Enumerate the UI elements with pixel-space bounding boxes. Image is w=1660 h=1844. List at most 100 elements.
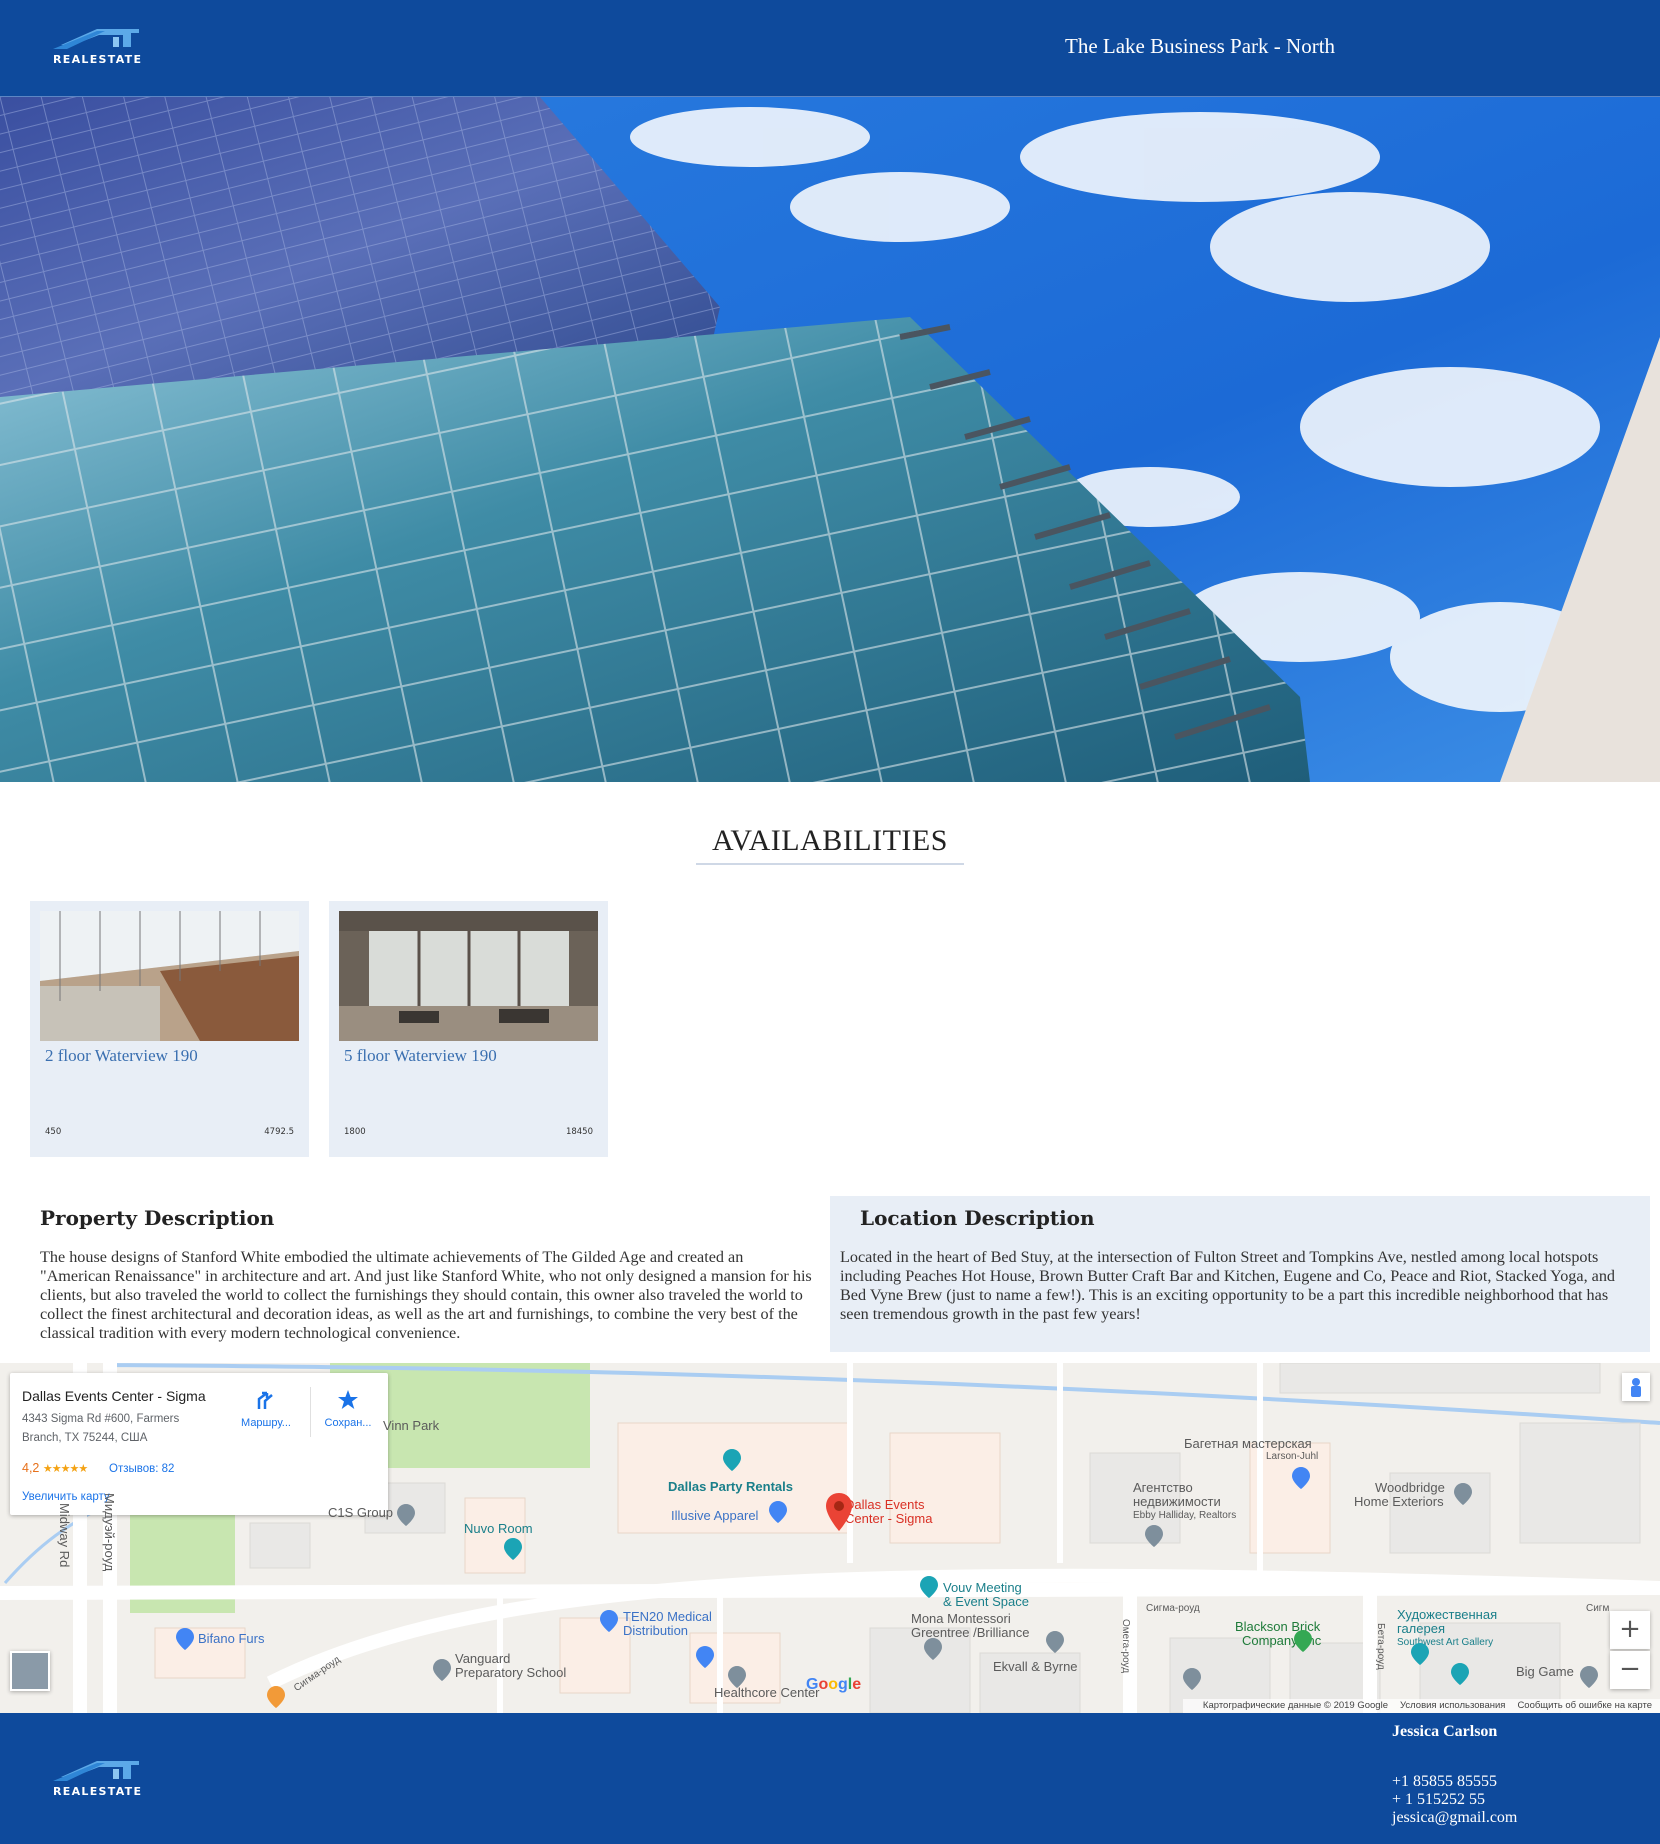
map-road-label: Сигма-роуд bbox=[1146, 1603, 1200, 1614]
availability-card[interactable]: 5 floor Waterview 190 1800 18450 bbox=[329, 901, 608, 1157]
site-header: REALESTATE The Lake Business Park - Nort… bbox=[0, 0, 1660, 97]
store-pin-icon[interactable] bbox=[723, 1449, 741, 1471]
place-info-card: Dallas Events Center - Sigma 4343 Sigma … bbox=[10, 1373, 388, 1515]
place-pin-icon[interactable] bbox=[728, 1666, 746, 1688]
map-label-selected-place[interactable]: Dallas Events Center - Sigma bbox=[845, 1498, 955, 1526]
satellite-layer-toggle[interactable] bbox=[10, 1651, 50, 1691]
place-pin-icon[interactable] bbox=[1580, 1666, 1598, 1688]
card-image[interactable] bbox=[40, 911, 299, 1041]
place-pin-icon[interactable] bbox=[1145, 1525, 1163, 1547]
map-label[interactable]: Big Game bbox=[1516, 1665, 1574, 1679]
shopping-pin-icon[interactable] bbox=[176, 1628, 194, 1650]
page-title: The Lake Business Park - North bbox=[1065, 34, 1336, 58]
map-label: Ebby Halliday, Realtors bbox=[1133, 1510, 1237, 1521]
gallery-pin-icon[interactable] bbox=[1411, 1643, 1429, 1665]
place-rating: 4,2 ★★★★★ bbox=[22, 1461, 88, 1475]
report-error-link[interactable]: Сообщить об ошибке на карте bbox=[1517, 1700, 1652, 1711]
gallery-pin-icon[interactable] bbox=[1451, 1663, 1469, 1685]
map-label[interactable]: Агентство bbox=[1133, 1481, 1193, 1495]
directions-icon bbox=[234, 1389, 298, 1411]
store-pin-icon[interactable] bbox=[504, 1538, 522, 1560]
card-price: 18450 bbox=[565, 1127, 593, 1137]
house-roof-icon bbox=[53, 1761, 139, 1781]
map-label[interactable]: Ekvall & Byrne bbox=[993, 1660, 1078, 1674]
map-label[interactable]: Healthcore Center bbox=[714, 1686, 820, 1700]
card-title[interactable]: 2 floor Waterview 190 bbox=[45, 1046, 198, 1066]
place-pin-icon[interactable] bbox=[1183, 1668, 1201, 1690]
map-label[interactable]: Багетная мастерская bbox=[1184, 1437, 1312, 1451]
medical-pin-icon[interactable] bbox=[600, 1610, 618, 1632]
property-description: Property Description The house designs o… bbox=[30, 1196, 812, 1352]
map-label[interactable]: Dallas Party Rentals bbox=[668, 1480, 793, 1494]
park-pin-icon[interactable] bbox=[1294, 1630, 1312, 1652]
shopping-pin-icon[interactable] bbox=[769, 1501, 787, 1523]
map-road-label: Мидуэй-роуд bbox=[102, 1493, 117, 1572]
card-price: 4792.5 bbox=[264, 1127, 294, 1137]
contact-email[interactable]: jessica@gmail.com bbox=[1392, 1809, 1517, 1827]
card-size: 1800 bbox=[344, 1127, 366, 1137]
map-label[interactable]: Художественная bbox=[1397, 1608, 1497, 1622]
map-road-label: Омега-роуд bbox=[1120, 1619, 1131, 1674]
place-pin-icon[interactable] bbox=[1046, 1631, 1064, 1653]
location-description: Location Description Located in the hear… bbox=[830, 1196, 1650, 1352]
place-name[interactable]: Dallas Events Center - Sigma bbox=[22, 1388, 206, 1404]
map-label[interactable]: Vouv Meeting bbox=[943, 1581, 1022, 1595]
directions-label: Маршру... bbox=[241, 1417, 291, 1429]
brand-logo[interactable]: REALESTATE bbox=[53, 29, 163, 69]
place-address: 4343 Sigma Rd #600, Farmers Branch, TX 7… bbox=[22, 1413, 180, 1444]
selected-place-pin-icon[interactable] bbox=[826, 1493, 852, 1531]
availabilities-heading: AVAILABILITIES bbox=[712, 824, 948, 857]
map-label[interactable]: недвижимости bbox=[1133, 1495, 1221, 1509]
shopping-pin-icon[interactable] bbox=[1292, 1467, 1310, 1489]
site-footer: REALESTATE Jessica Carlson +1 85855 8555… bbox=[0, 1713, 1660, 1844]
brand-logo-text: REALESTATE bbox=[53, 53, 143, 66]
map-label[interactable]: Bifano Furs bbox=[198, 1632, 264, 1646]
school-pin-icon[interactable] bbox=[924, 1638, 942, 1660]
restaurant-pin-icon[interactable] bbox=[267, 1686, 285, 1708]
map-label[interactable]: Distribution bbox=[623, 1624, 688, 1638]
contact-phone[interactable]: +1 85855 85555 bbox=[1392, 1773, 1497, 1791]
card-image[interactable] bbox=[339, 911, 598, 1041]
directions-button[interactable]: Маршру... bbox=[234, 1389, 298, 1429]
place-pin-icon[interactable] bbox=[397, 1504, 415, 1526]
map-label[interactable]: Vanguard bbox=[455, 1652, 510, 1666]
map-label[interactable]: Preparatory School bbox=[455, 1666, 566, 1680]
rating-value: 4,2 bbox=[22, 1461, 40, 1475]
map-label[interactable]: галерея bbox=[1397, 1622, 1445, 1636]
map-data-credit: Картографические данные © 2019 Google bbox=[1202, 1700, 1388, 1711]
zoom-out-button[interactable]: − bbox=[1610, 1651, 1650, 1689]
map-label[interactable]: TEN20 Medical bbox=[623, 1610, 712, 1624]
zoom-in-button[interactable]: + bbox=[1610, 1611, 1650, 1649]
map-road-label: Сигм bbox=[1586, 1603, 1610, 1614]
school-pin-icon[interactable] bbox=[433, 1659, 451, 1681]
event-pin-icon[interactable] bbox=[920, 1576, 938, 1598]
heading-divider bbox=[696, 863, 964, 865]
map-label[interactable]: Illusive Apparel bbox=[671, 1509, 758, 1523]
card-size: 450 bbox=[45, 1127, 62, 1137]
place-pin-icon[interactable] bbox=[1454, 1483, 1472, 1505]
street-view-pegman-icon[interactable] bbox=[1622, 1373, 1650, 1401]
star-icon bbox=[316, 1389, 380, 1411]
save-button[interactable]: Сохран... bbox=[316, 1389, 380, 1429]
footer-logo[interactable]: REALESTATE bbox=[53, 1761, 163, 1801]
google-logo: Google bbox=[806, 1676, 862, 1693]
enlarge-map-link[interactable]: Увеличить карту bbox=[22, 1491, 110, 1503]
map-label: Vinn Park bbox=[383, 1418, 440, 1433]
action-divider bbox=[310, 1387, 311, 1437]
map-label[interactable]: Woodbridge bbox=[1375, 1481, 1445, 1495]
map-label[interactable]: Mona Montessori bbox=[911, 1612, 1011, 1626]
map-label[interactable]: & Event Space bbox=[943, 1595, 1029, 1609]
availability-card[interactable]: 2 floor Waterview 190 450 4792.5 bbox=[30, 901, 309, 1157]
location-map[interactable]: Dallas Events Center - Sigma 4343 Sigma … bbox=[0, 1363, 1660, 1713]
card-title[interactable]: 5 floor Waterview 190 bbox=[344, 1046, 497, 1066]
map-label[interactable]: Home Exteriors bbox=[1354, 1495, 1444, 1509]
property-description-heading: Property Description bbox=[40, 1206, 275, 1230]
save-label: Сохран... bbox=[324, 1417, 372, 1429]
reviews-link[interactable]: Отзывов: 82 bbox=[109, 1463, 174, 1475]
contact-name: Jessica Carlson bbox=[1392, 1723, 1498, 1740]
map-label[interactable]: Nuvo Room bbox=[464, 1522, 533, 1536]
contact-phone[interactable]: + 1 515252 55 bbox=[1392, 1791, 1485, 1809]
terms-link[interactable]: Условия использования bbox=[1400, 1700, 1505, 1711]
shopping-pin-icon[interactable] bbox=[696, 1646, 714, 1668]
map-label[interactable]: C1S Group bbox=[328, 1506, 393, 1520]
